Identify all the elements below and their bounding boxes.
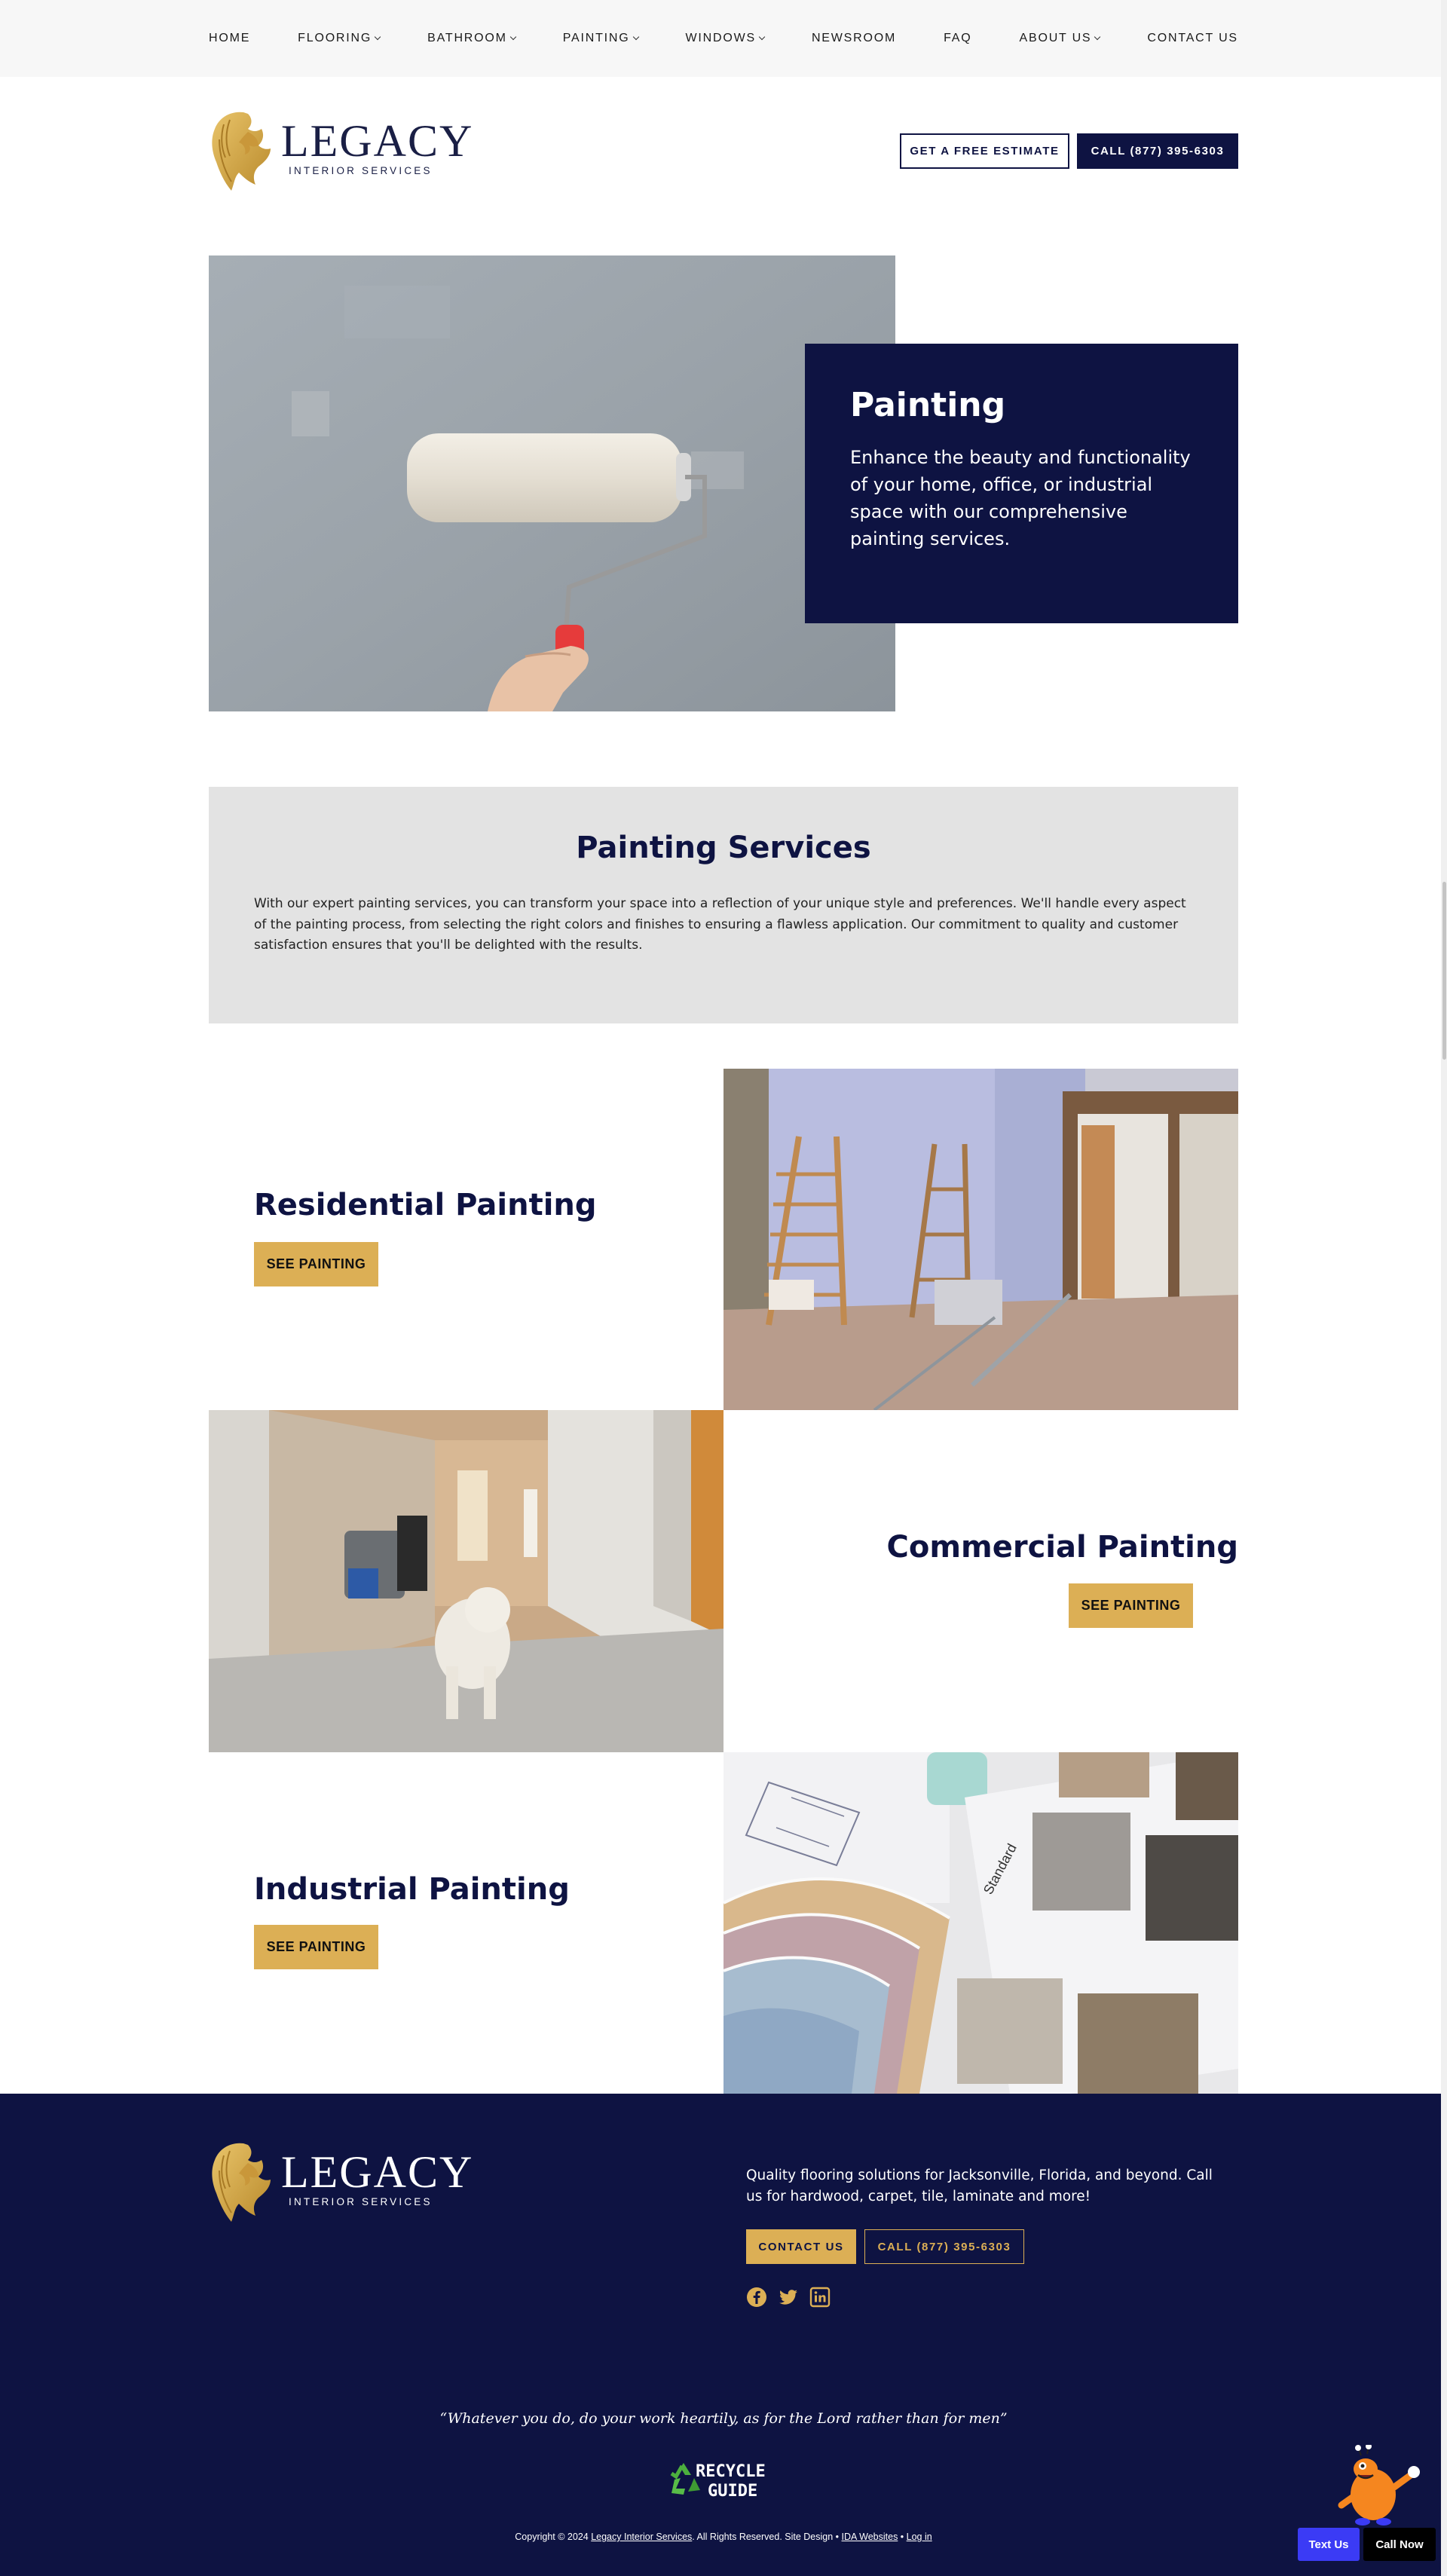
industrial-see-painting-button[interactable]: SEE PAINTING: [254, 1925, 378, 1969]
footer-contact-button[interactable]: CONTACT US: [746, 2229, 856, 2264]
services-description: With our expert painting services, you c…: [254, 896, 1186, 953]
nav-label: CONTACT US: [1147, 32, 1238, 44]
call-now-button[interactable]: Call Now: [1363, 2528, 1436, 2561]
copyright-text: Copyright © 2024 Legacy Interior Service…: [0, 2532, 1447, 2542]
facebook-icon[interactable]: [746, 2287, 767, 2308]
nav-label: ABOUT US: [1019, 32, 1092, 44]
hero-text-box: Painting Enhance the beauty and function…: [805, 344, 1238, 623]
nav-label: FLOORING: [298, 32, 372, 44]
chevron-down-icon: [509, 33, 517, 41]
nav-item-bathroom[interactable]: BATHROOM: [427, 32, 517, 45]
nav-item-flooring[interactable]: FLOORING: [298, 32, 381, 45]
nav-item-windows[interactable]: WINDOWS: [685, 32, 766, 45]
company-link[interactable]: Legacy Interior Services: [591, 2532, 692, 2542]
logo-tagline: INTERIOR SERVICES: [289, 2196, 433, 2207]
chevron-down-icon: [374, 33, 381, 41]
chevron-down-icon: [632, 33, 639, 41]
services-title: Painting Services: [576, 831, 871, 865]
nav-item-newsroom[interactable]: NEWSROOM: [812, 32, 896, 45]
nav-item-home[interactable]: HOME: [209, 32, 250, 45]
chevron-down-icon: [1094, 33, 1101, 41]
page-scrollbar[interactable]: [1441, 0, 1447, 2576]
top-navigation: HOME FLOORING BATHROOM PAINTING WINDOWS …: [0, 0, 1447, 77]
residential-see-painting-button[interactable]: SEE PAINTING: [254, 1242, 378, 1286]
nav-label: BATHROOM: [427, 32, 507, 44]
footer-description: Quality flooring solutions for Jacksonvi…: [746, 2168, 1213, 2204]
nav-label: FAQ: [944, 32, 972, 44]
residential-painting-photo: [724, 1069, 1238, 1410]
logo-tagline: INTERIOR SERVICES: [289, 165, 433, 176]
logo-wordmark: LEGACY: [281, 116, 474, 166]
nav-item-contact-us[interactable]: CONTACT US: [1147, 32, 1238, 45]
footer-quote: “Whatever you do, do your work heartily,…: [439, 2410, 1008, 2427]
chat-mascot-icon[interactable]: [1335, 2443, 1422, 2526]
linkedin-icon[interactable]: [809, 2287, 831, 2308]
copyright-separator: •: [898, 2532, 907, 2542]
chevron-down-icon: [758, 33, 766, 41]
login-link[interactable]: Log in: [907, 2532, 932, 2542]
commercial-painting-title: Commercial Painting: [886, 1530, 1238, 1565]
painting-services-section: Painting Services With our expert painti…: [209, 787, 1238, 1023]
industrial-painting-photo: Standard: [724, 1752, 1238, 2094]
commercial-see-painting-button[interactable]: SEE PAINTING: [1069, 1583, 1193, 1628]
nav-label: NEWSROOM: [811, 32, 897, 44]
recycle-guide-badge[interactable]: RECYCLE GUIDE: [667, 2458, 782, 2501]
nav-label: PAINTING: [562, 32, 630, 44]
commercial-painting-photo: [209, 1410, 724, 1752]
copyright-prefix: Copyright © 2024: [515, 2532, 592, 2542]
nav-item-painting[interactable]: PAINTING: [562, 32, 639, 45]
footer-logo[interactable]: LEGACY INTERIOR SERVICES: [209, 2140, 472, 2225]
text-us-button[interactable]: Text Us: [1298, 2528, 1360, 2561]
scrollbar-thumb[interactable]: [1442, 882, 1446, 1060]
industrial-painting-title: Industrial Painting: [254, 1872, 570, 1907]
recycle-line-1: RECYCLE: [696, 2462, 766, 2481]
page-title: Painting: [850, 386, 1006, 424]
nav-label: HOME: [209, 32, 251, 44]
site-logo[interactable]: LEGACY INTERIOR SERVICES: [209, 109, 472, 194]
designer-link[interactable]: IDA Websites: [842, 2532, 898, 2542]
lion-logo-icon: [212, 112, 271, 191]
copyright-middle: . All Rights Reserved. Site Design •: [692, 2532, 842, 2542]
lion-logo-icon: [212, 2143, 271, 2222]
hero-image-paint-roller: [209, 255, 895, 711]
free-estimate-button[interactable]: GET A FREE ESTIMATE: [900, 133, 1069, 169]
recycle-line-2: GUIDE: [708, 2482, 757, 2501]
hero-description: Enhance the beauty and functionality of …: [850, 447, 1191, 549]
residential-painting-title: Residential Painting: [254, 1188, 597, 1222]
nav-item-faq[interactable]: FAQ: [944, 32, 971, 45]
twitter-icon[interactable]: [778, 2287, 799, 2308]
nav-label: WINDOWS: [685, 32, 756, 44]
logo-wordmark: LEGACY: [281, 2147, 474, 2197]
footer-call-button[interactable]: CALL (877) 395-6303: [864, 2229, 1024, 2264]
nav-list: HOME FLOORING BATHROOM PAINTING WINDOWS …: [209, 0, 1238, 77]
nav-item-about-us[interactable]: ABOUT US: [1019, 32, 1101, 45]
header-call-button[interactable]: CALL (877) 395-6303: [1077, 133, 1238, 169]
